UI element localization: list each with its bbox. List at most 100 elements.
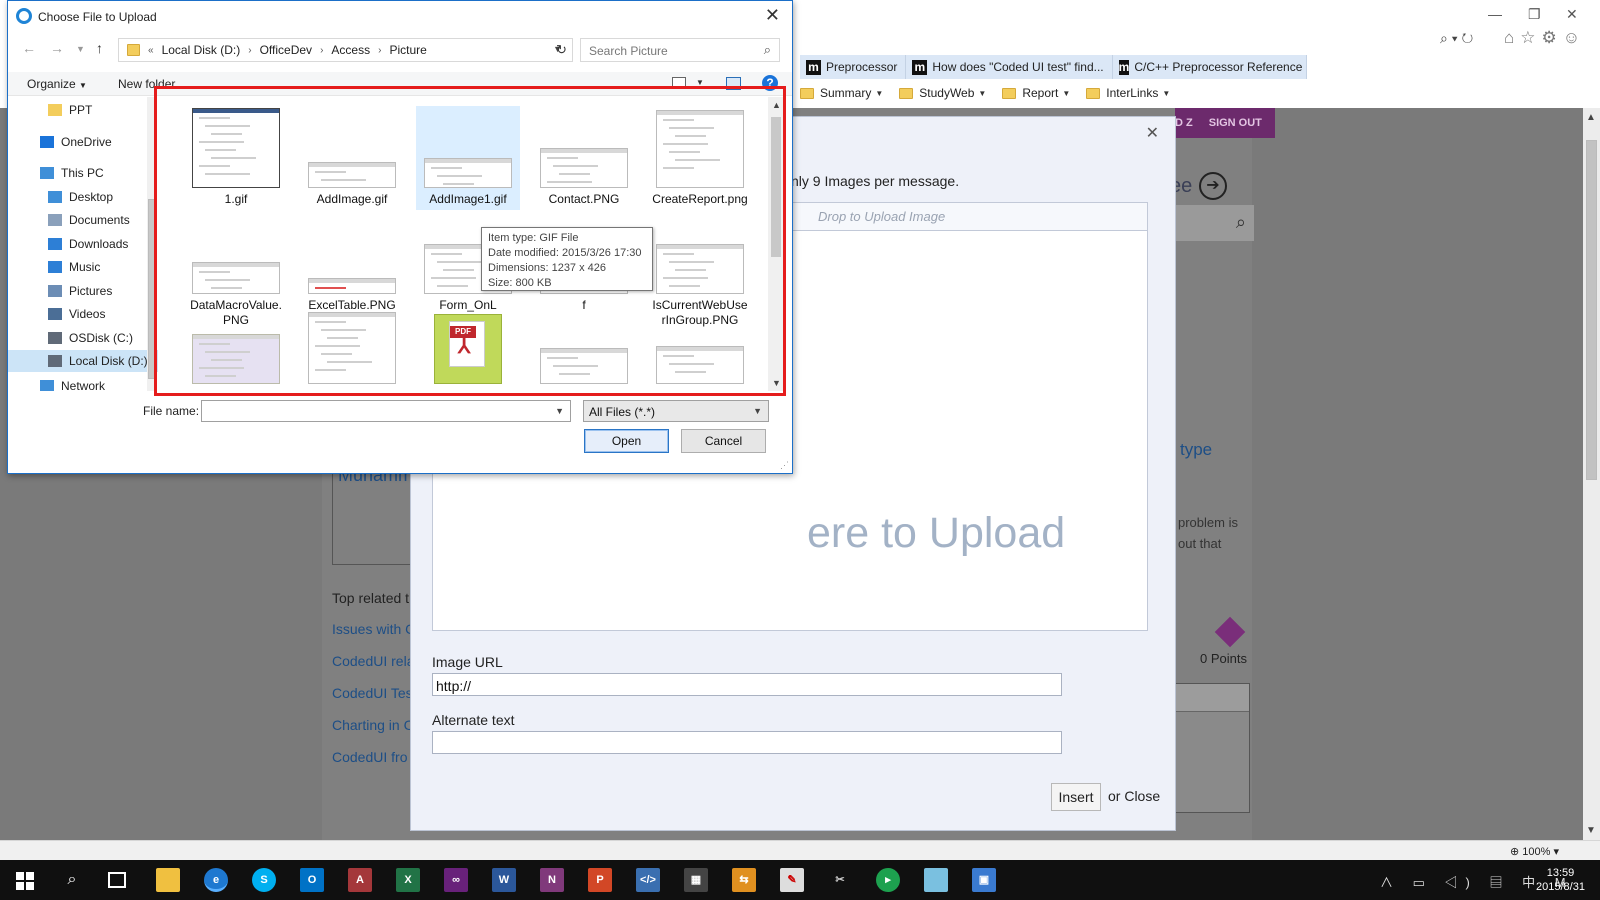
file-item[interactable]: IsCurrentWebUse rInGroup.PNG xyxy=(648,212,752,327)
close-icon[interactable]: ✕ xyxy=(765,5,780,26)
calculator-icon[interactable]: ▦ xyxy=(684,868,708,892)
file-item[interactable]: Contact.PNG xyxy=(532,106,636,210)
file-item[interactable]: l...PNG xyxy=(300,302,404,390)
file-explorer-icon[interactable] xyxy=(156,868,180,892)
file-item[interactable]: ExcelTable.PNG xyxy=(300,212,404,316)
file-item[interactable]: loginQ...gif xyxy=(184,302,288,390)
nav-item[interactable]: Music xyxy=(8,256,158,278)
visual-studio-icon[interactable]: ∞ xyxy=(444,868,468,892)
paint-icon[interactable]: ✎ xyxy=(780,868,804,892)
up-folder-icon[interactable]: ↑ xyxy=(96,40,103,56)
close-icon[interactable]: ✕ xyxy=(1146,123,1159,143)
nav-item[interactable]: Network xyxy=(8,375,158,391)
breadcrumb-item[interactable]: Picture xyxy=(389,43,426,57)
chevron-down-icon[interactable]: ▼ xyxy=(555,406,564,416)
favorite-studyweb[interactable]: StudyWeb ▼ xyxy=(899,83,986,103)
nav-pane-scrollbar[interactable] xyxy=(147,97,156,391)
nav-item[interactable]: OSDisk (C:) xyxy=(8,327,158,349)
chevron-right-icon[interactable]: › xyxy=(320,45,323,56)
browser-tab[interactable]: m Preprocessor xyxy=(800,55,907,79)
file-item[interactable]: PDF⅄ 1.pdf xyxy=(416,302,520,390)
view-mode-icon[interactable] xyxy=(672,77,686,89)
nav-item[interactable]: Local Disk (D:) xyxy=(8,350,158,372)
file-item[interactable]: 1.gif xyxy=(184,106,288,210)
browser-tab[interactable]: m C/C++ Preprocessor Reference xyxy=(1112,55,1307,79)
alt-text-input[interactable] xyxy=(432,731,1062,754)
nav-item[interactable]: PPT xyxy=(8,99,158,121)
nav-item[interactable]: Downloads xyxy=(8,233,158,255)
search-icon[interactable]: ⌕ xyxy=(60,868,84,892)
related-link[interactable]: CodedUI rela xyxy=(332,653,415,669)
app-blue-icon[interactable] xyxy=(924,868,948,892)
favorite-interlinks[interactable]: InterLinks ▼ xyxy=(1086,83,1170,103)
related-link[interactable]: CodedUI fro xyxy=(332,749,407,765)
scroll-down-icon[interactable]: ▼ xyxy=(1586,825,1596,836)
zoom-level[interactable]: ⊕ 100% ▾ xyxy=(1510,845,1559,858)
file-name-input[interactable]: ▼ xyxy=(201,400,571,422)
favorite-summary[interactable]: Summary ▼ xyxy=(800,83,883,103)
access-icon[interactable]: A xyxy=(348,868,372,892)
file-item[interactable]: CreateReport.png xyxy=(648,106,752,210)
nav-item[interactable]: Desktop xyxy=(8,186,158,208)
related-link[interactable]: Issues with C xyxy=(332,621,415,637)
restore-icon[interactable]: ❐ xyxy=(1528,6,1541,23)
minimize-icon[interactable]: — xyxy=(1488,6,1502,22)
new-folder-button[interactable]: New folder xyxy=(118,77,175,91)
refresh-icon[interactable]: ↻ xyxy=(556,42,567,58)
chevron-down-icon[interactable]: ▼ xyxy=(696,78,704,87)
close-window-icon[interactable]: ✕ xyxy=(1566,6,1578,23)
organize-menu[interactable]: Organize ▼ xyxy=(27,77,87,91)
file-item[interactable]: M...R...PNG xyxy=(648,302,752,390)
search-input[interactable]: Search Picture ⌕ xyxy=(580,38,780,62)
breadcrumb[interactable]: « Local Disk (D:) › OfficeDev › Access ›… xyxy=(118,38,573,62)
preview-pane-icon[interactable] xyxy=(726,77,741,90)
file-item[interactable]: DataMacroValue. PNG xyxy=(184,212,288,327)
scroll-down-icon[interactable]: ▼ xyxy=(772,378,781,388)
word-icon[interactable]: W xyxy=(492,868,516,892)
forward-icon[interactable]: → xyxy=(50,40,64,56)
outlook-icon[interactable]: O xyxy=(300,868,324,892)
image-url-input[interactable] xyxy=(432,673,1062,696)
help-icon[interactable]: ? xyxy=(762,75,778,91)
nav-item[interactable]: Pictures xyxy=(8,280,158,302)
file-item[interactable]: AddImage1.gif xyxy=(416,106,520,210)
file-item[interactable]: l...U...gif xyxy=(532,302,636,390)
file-compare-icon[interactable]: ⇆ xyxy=(732,868,756,892)
scrollbar-thumb[interactable] xyxy=(1586,140,1597,480)
nav-item[interactable]: Documents xyxy=(8,209,158,231)
nav-item[interactable]: This PC xyxy=(8,162,158,184)
chevron-right-icon[interactable]: › xyxy=(248,45,251,56)
code-editor-icon[interactable]: </> xyxy=(636,868,660,892)
favorite-report[interactable]: Report ▼ xyxy=(1002,83,1070,103)
skype-icon[interactable]: S xyxy=(252,868,276,892)
insert-button[interactable]: Insert xyxy=(1051,783,1101,811)
scrollbar-thumb[interactable] xyxy=(771,117,781,257)
scroll-up-icon[interactable]: ▲ xyxy=(772,100,781,110)
powerpoint-icon[interactable]: P xyxy=(588,868,612,892)
page-scrollbar[interactable]: ▲ ▼ xyxy=(1583,108,1600,840)
scroll-up-icon[interactable]: ▲ xyxy=(1586,112,1596,123)
breadcrumb-item[interactable]: Access xyxy=(331,43,370,57)
site-search-box[interactable]: ⌕ xyxy=(1168,205,1254,241)
address-bar-icons[interactable]: ⌕ ▾ ↻ xyxy=(1440,30,1473,47)
remote-desktop-icon[interactable]: ▣ xyxy=(972,868,996,892)
resize-grip-icon[interactable]: ⋰ xyxy=(780,460,789,471)
scrollbar-thumb[interactable] xyxy=(148,199,155,379)
recent-chevron-icon[interactable]: ▼ xyxy=(76,44,85,54)
cancel-button[interactable]: Cancel xyxy=(681,429,766,453)
browser-tab[interactable]: m How does "Coded UI test" find... xyxy=(906,55,1113,79)
windows-start-icon[interactable] xyxy=(16,872,34,890)
file-grid-scrollbar[interactable]: ▲ ▼ xyxy=(768,97,784,391)
breadcrumb-item[interactable]: OfficeDev xyxy=(260,43,312,57)
chevron-right-icon[interactable]: › xyxy=(378,45,381,56)
onenote-icon[interactable]: N xyxy=(540,868,564,892)
app-green-icon[interactable]: ▸ xyxy=(876,868,900,892)
internet-explorer-icon[interactable]: e xyxy=(204,868,228,892)
file-item[interactable]: AddImage.gif xyxy=(300,106,404,210)
nav-item[interactable]: Videos xyxy=(8,303,158,325)
back-icon[interactable]: ← xyxy=(22,40,36,56)
related-link[interactable]: Charting in C xyxy=(332,717,414,733)
system-clock[interactable]: 13:59 2015/8/31 xyxy=(1536,866,1585,894)
task-view-icon[interactable] xyxy=(108,872,126,888)
nav-item[interactable]: OneDrive xyxy=(8,131,158,153)
